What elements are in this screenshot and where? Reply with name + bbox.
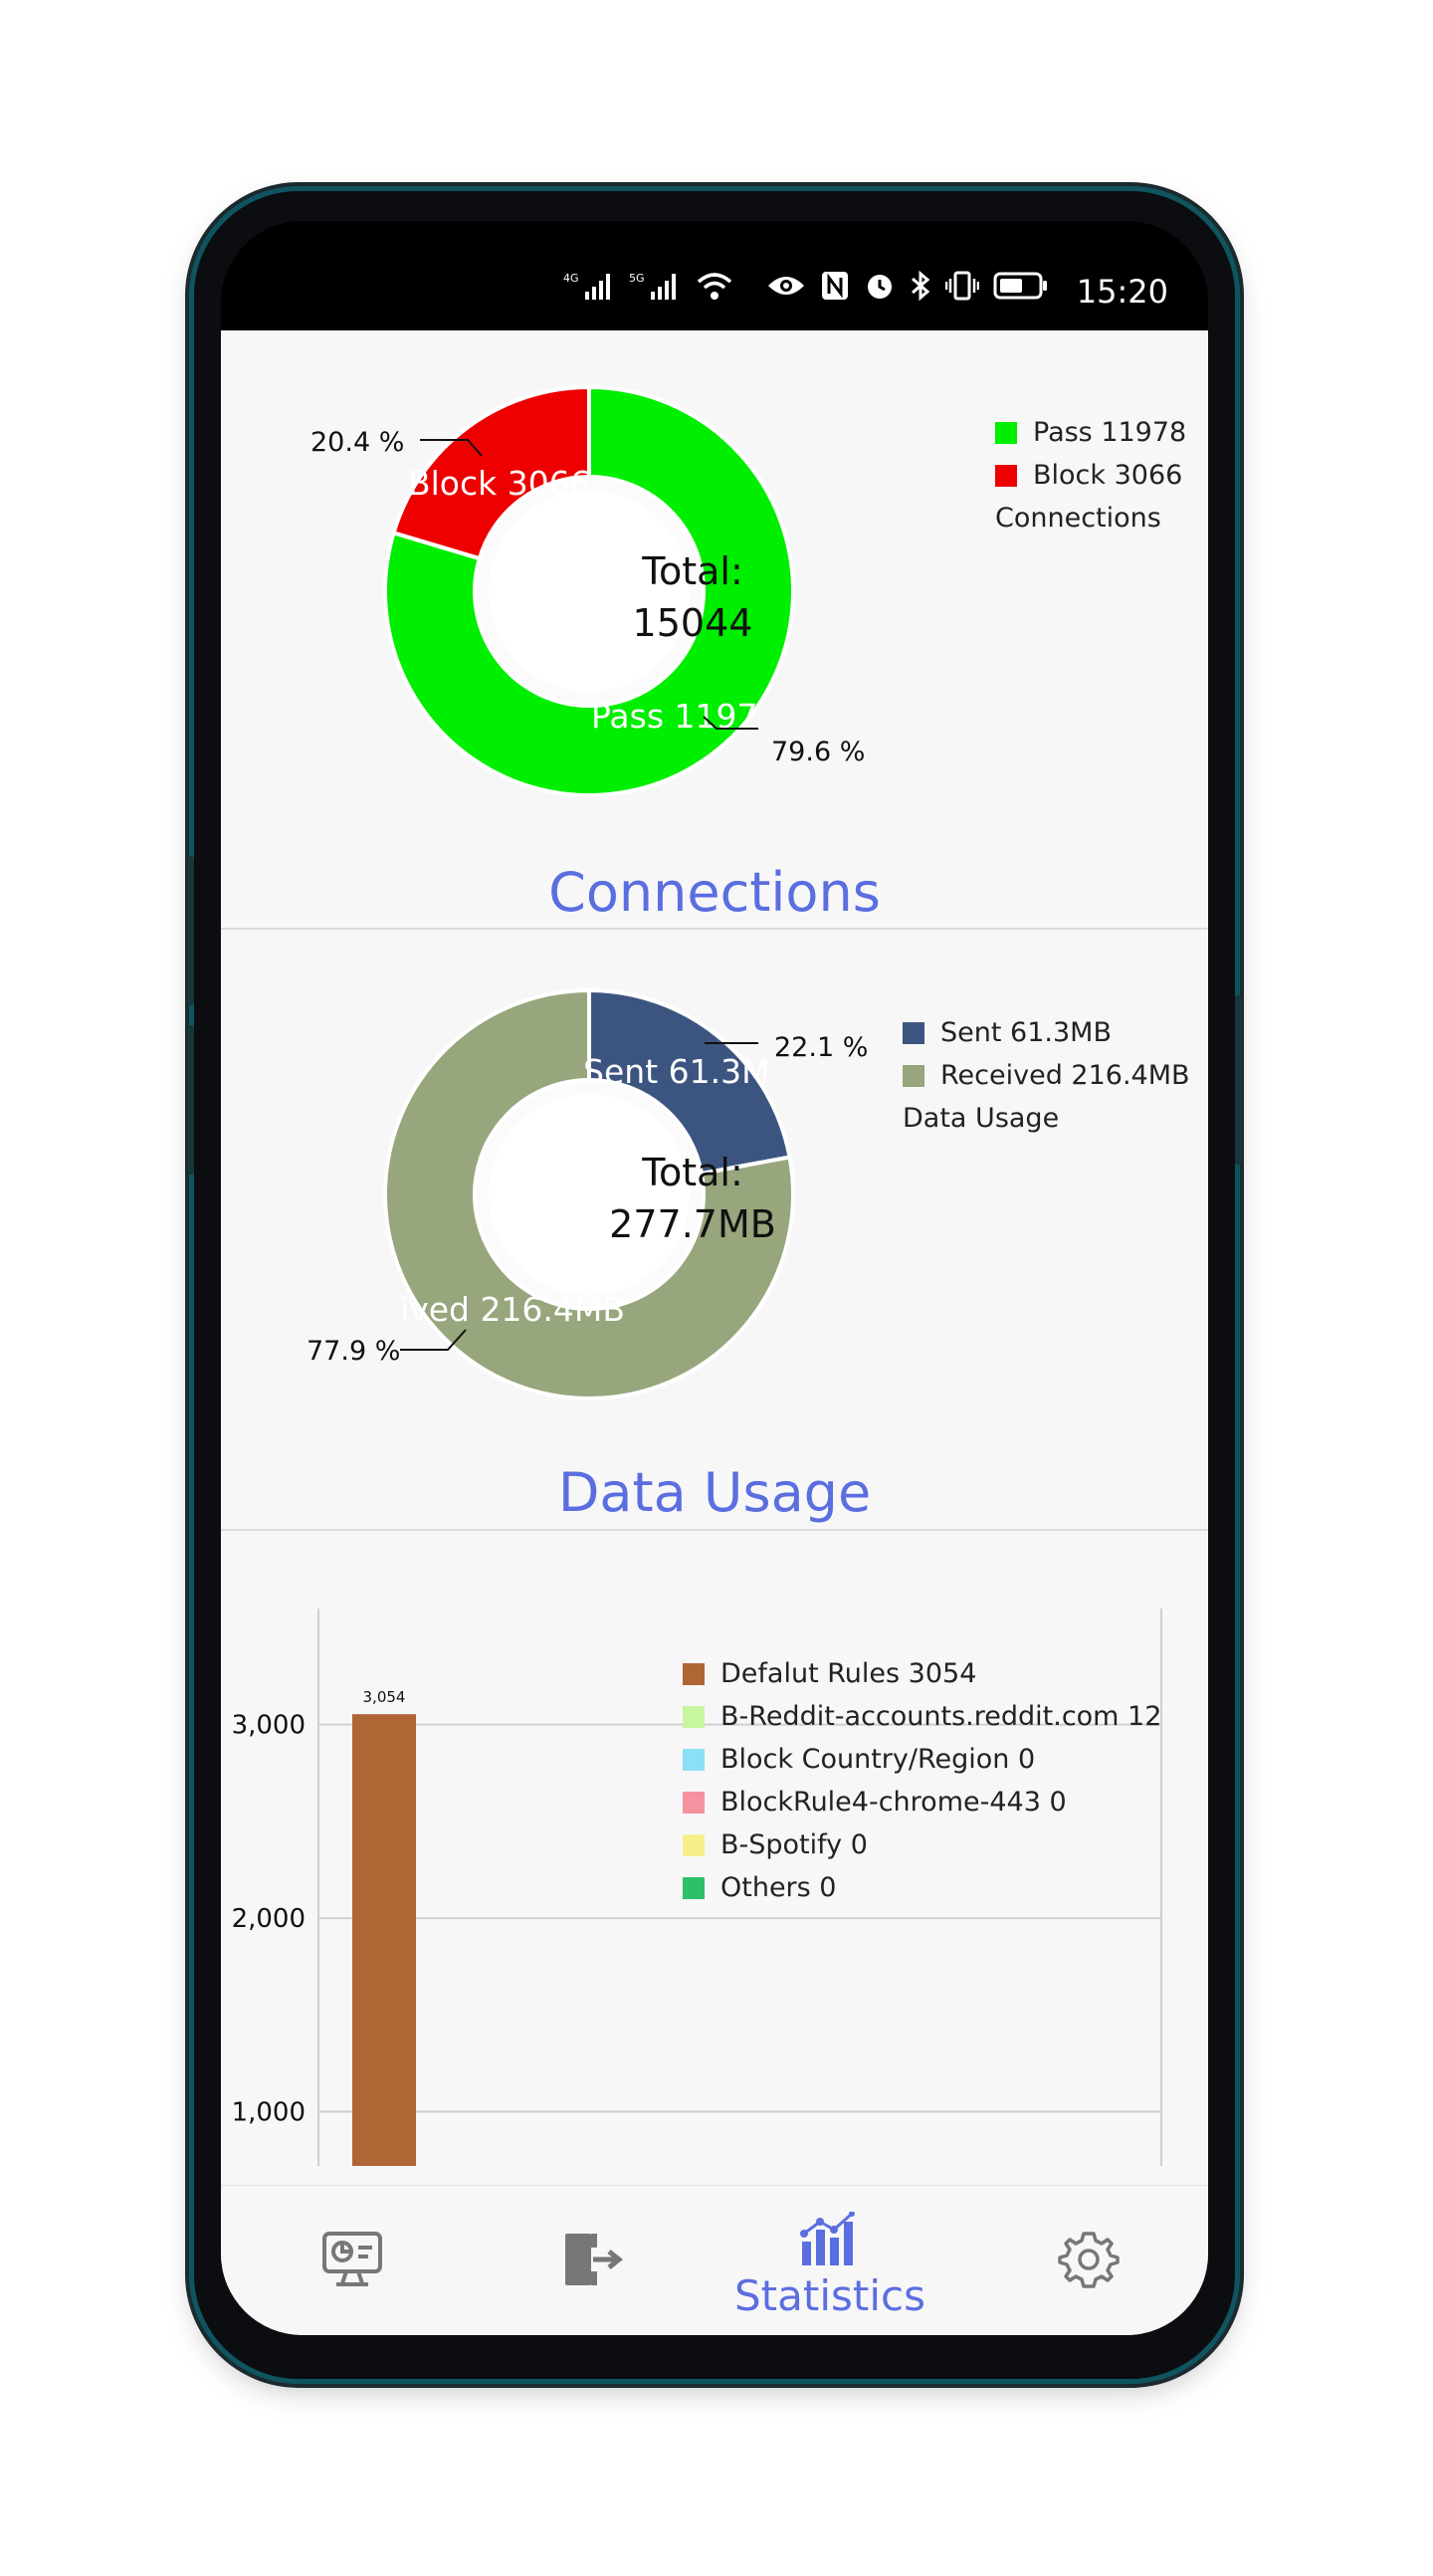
data-usage-total-value: 277.7MB [609,1202,776,1246]
5g-signal-icon: 5G [629,270,681,309]
status-icons: 4G 5G [563,269,1049,309]
connections-total: Total: 15044 [583,545,802,649]
legend-label: Others 0 [720,1872,837,1903]
statistics-page: Pass 1197 Block 3066 Total: 15044 20.4 % … [221,330,1208,2335]
legend-item-rule[interactable]: B-Reddit-accounts.reddit.com 12 [683,1695,1161,1738]
legend-label: Defalut Rules 3054 [720,1658,977,1689]
legend-item-pass[interactable]: Pass 11978 [995,411,1186,454]
data-usage-pct-received: 77.9 % [307,1336,401,1367]
pie-slice-label: Block 3066 [408,464,591,503]
connections-title: Connections [548,861,881,924]
phone-side-button [187,1025,194,1175]
nav-label-statistics: Statistics [734,2271,925,2320]
data-usage-total: Total: 277.7MB [563,1147,822,1250]
svg-text:4G: 4G [563,272,579,285]
bar-value-label: 3,054 [363,1688,406,1706]
nav-item-exit[interactable] [531,2186,651,2335]
legend-swatch [995,421,1017,444]
legend-item-received[interactable]: Received 216.4MB [903,1054,1190,1097]
nav-item-dashboard[interactable] [293,2186,412,2335]
monitor-icon [322,2232,382,2286]
data-usage-title: Data Usage [557,1461,872,1524]
legend-swatch [995,464,1017,487]
connections-total-value: 15044 [632,601,753,645]
4g-signal-icon: 4G [563,270,615,309]
eye-icon [766,270,806,309]
legend-item-rule[interactable]: Block Country/Region 0 [683,1738,1161,1781]
legend-item-rule[interactable]: Defalut Rules 3054 [683,1652,1161,1695]
phone-side-button [187,856,194,1005]
legend-caption: Data Usage [903,1103,1060,1134]
legend-item-rule[interactable]: Others 0 [683,1866,1161,1909]
nav-item-statistics[interactable]: Statistics [720,2186,939,2335]
alarm-icon [864,270,896,309]
nav-item-settings[interactable] [1029,2186,1148,2335]
status-time: 15:20 [1076,273,1168,311]
exit-door-icon [565,2234,624,2285]
pie-slice-label: Sent 61.3M [583,1052,770,1091]
vibrate-icon [944,270,980,309]
legend-swatch [903,1064,924,1087]
wifi-icon [695,270,734,309]
connections-total-label: Total: [642,549,743,593]
legend-swatch [683,1705,705,1728]
legend-caption: Connections [995,503,1161,534]
data-usage-pct-sent: 22.1 % [774,1032,869,1063]
legend-item-block[interactable]: Block 3066 [995,454,1186,497]
legend-swatch [683,1791,705,1814]
connections-pct-pass: 79.6 % [771,737,866,767]
legend-swatch [683,1833,705,1856]
y-tick-label: 1,000 [232,2098,306,2128]
gear-icon [1058,2232,1120,2288]
bluetooth-icon [910,270,931,309]
legend-swatch [683,1662,705,1685]
bar-chart-icon [800,2211,855,2265]
bar-0[interactable] [352,1714,416,2166]
pie-slice-label: Pass 1197 [591,697,758,736]
bottom-navigation: Statistics [221,2185,1208,2335]
data-usage-total-label: Total: [642,1151,743,1194]
connections-legend: Pass 11978 Block 3066 Connections [995,411,1186,539]
svg-text:5G: 5G [629,272,645,285]
legend-label: Received 216.4MB [940,1060,1190,1091]
legend-item-sent[interactable]: Sent 61.3MB [903,1011,1190,1054]
pie-slice-label: ived 216.4MB [400,1290,625,1329]
nfc-icon [820,270,850,309]
legend-label: Sent 61.3MB [940,1017,1112,1048]
legend-label: Block Country/Region 0 [720,1744,1036,1775]
legend-swatch [683,1876,705,1899]
phone-power-button [1235,995,1242,1165]
legend-label: Block 3066 [1033,460,1183,491]
data-usage-legend: Sent 61.3MB Received 216.4MB Data Usage [903,1011,1190,1140]
phone-screen: 4G 5G 15:20 Pass 1197 Block 3066 Total: … [221,221,1208,2335]
legend-label: B-Spotify 0 [720,1829,868,1860]
y-tick-label: 3,000 [232,1711,306,1741]
legend-item-rule[interactable]: BlockRule4-chrome-443 0 [683,1781,1161,1824]
connections-pct-block: 20.4 % [310,427,405,458]
legend-label: Pass 11978 [1033,417,1187,448]
status-bar: 4G 5G 15:20 [221,221,1208,330]
legend-swatch [903,1021,924,1044]
battery-icon [993,270,1049,309]
legend-swatch [683,1748,705,1771]
y-tick-label: 2,000 [232,1904,306,1934]
legend-label: B-Reddit-accounts.reddit.com 12 [720,1701,1162,1732]
legend-label: BlockRule4-chrome-443 0 [720,1787,1067,1818]
rules-legend: Defalut Rules 3054 B-Reddit-accounts.red… [683,1652,1161,1909]
legend-item-rule[interactable]: B-Spotify 0 [683,1824,1161,1866]
